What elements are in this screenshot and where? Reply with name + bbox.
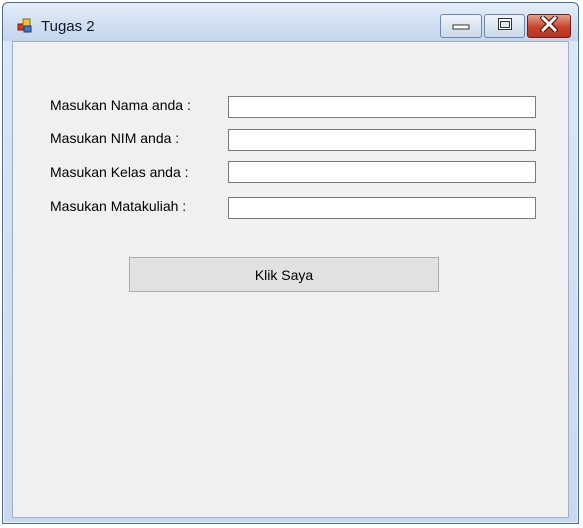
close-button[interactable] xyxy=(527,13,571,38)
window-title: Tugas 2 xyxy=(41,18,95,35)
nim-input[interactable] xyxy=(228,129,536,151)
nama-label: Masukan Nama anda : xyxy=(50,97,191,113)
maximize-icon xyxy=(497,17,513,36)
minimize-button[interactable] xyxy=(440,14,482,38)
nim-label: Masukan NIM anda : xyxy=(50,130,180,146)
klik-saya-button[interactable]: Klik Saya xyxy=(129,257,439,292)
kelas-input[interactable] xyxy=(228,161,536,183)
app-form-icon xyxy=(17,17,33,33)
minimize-icon xyxy=(452,17,470,35)
matakuliah-input[interactable] xyxy=(228,197,536,219)
app-window: Tugas 2 Masukan Nama anda : Masukan NIM … xyxy=(2,2,579,524)
form-client-area: Masukan Nama anda : Masukan NIM anda : M… xyxy=(12,41,569,518)
close-icon xyxy=(539,13,559,37)
maximize-button[interactable] xyxy=(484,14,525,38)
kelas-label: Masukan Kelas anda : xyxy=(50,164,189,180)
nama-input[interactable] xyxy=(228,96,536,118)
matakuliah-label: Masukan Matakuliah : xyxy=(50,198,187,214)
title-bar[interactable]: Tugas 2 xyxy=(3,3,578,41)
